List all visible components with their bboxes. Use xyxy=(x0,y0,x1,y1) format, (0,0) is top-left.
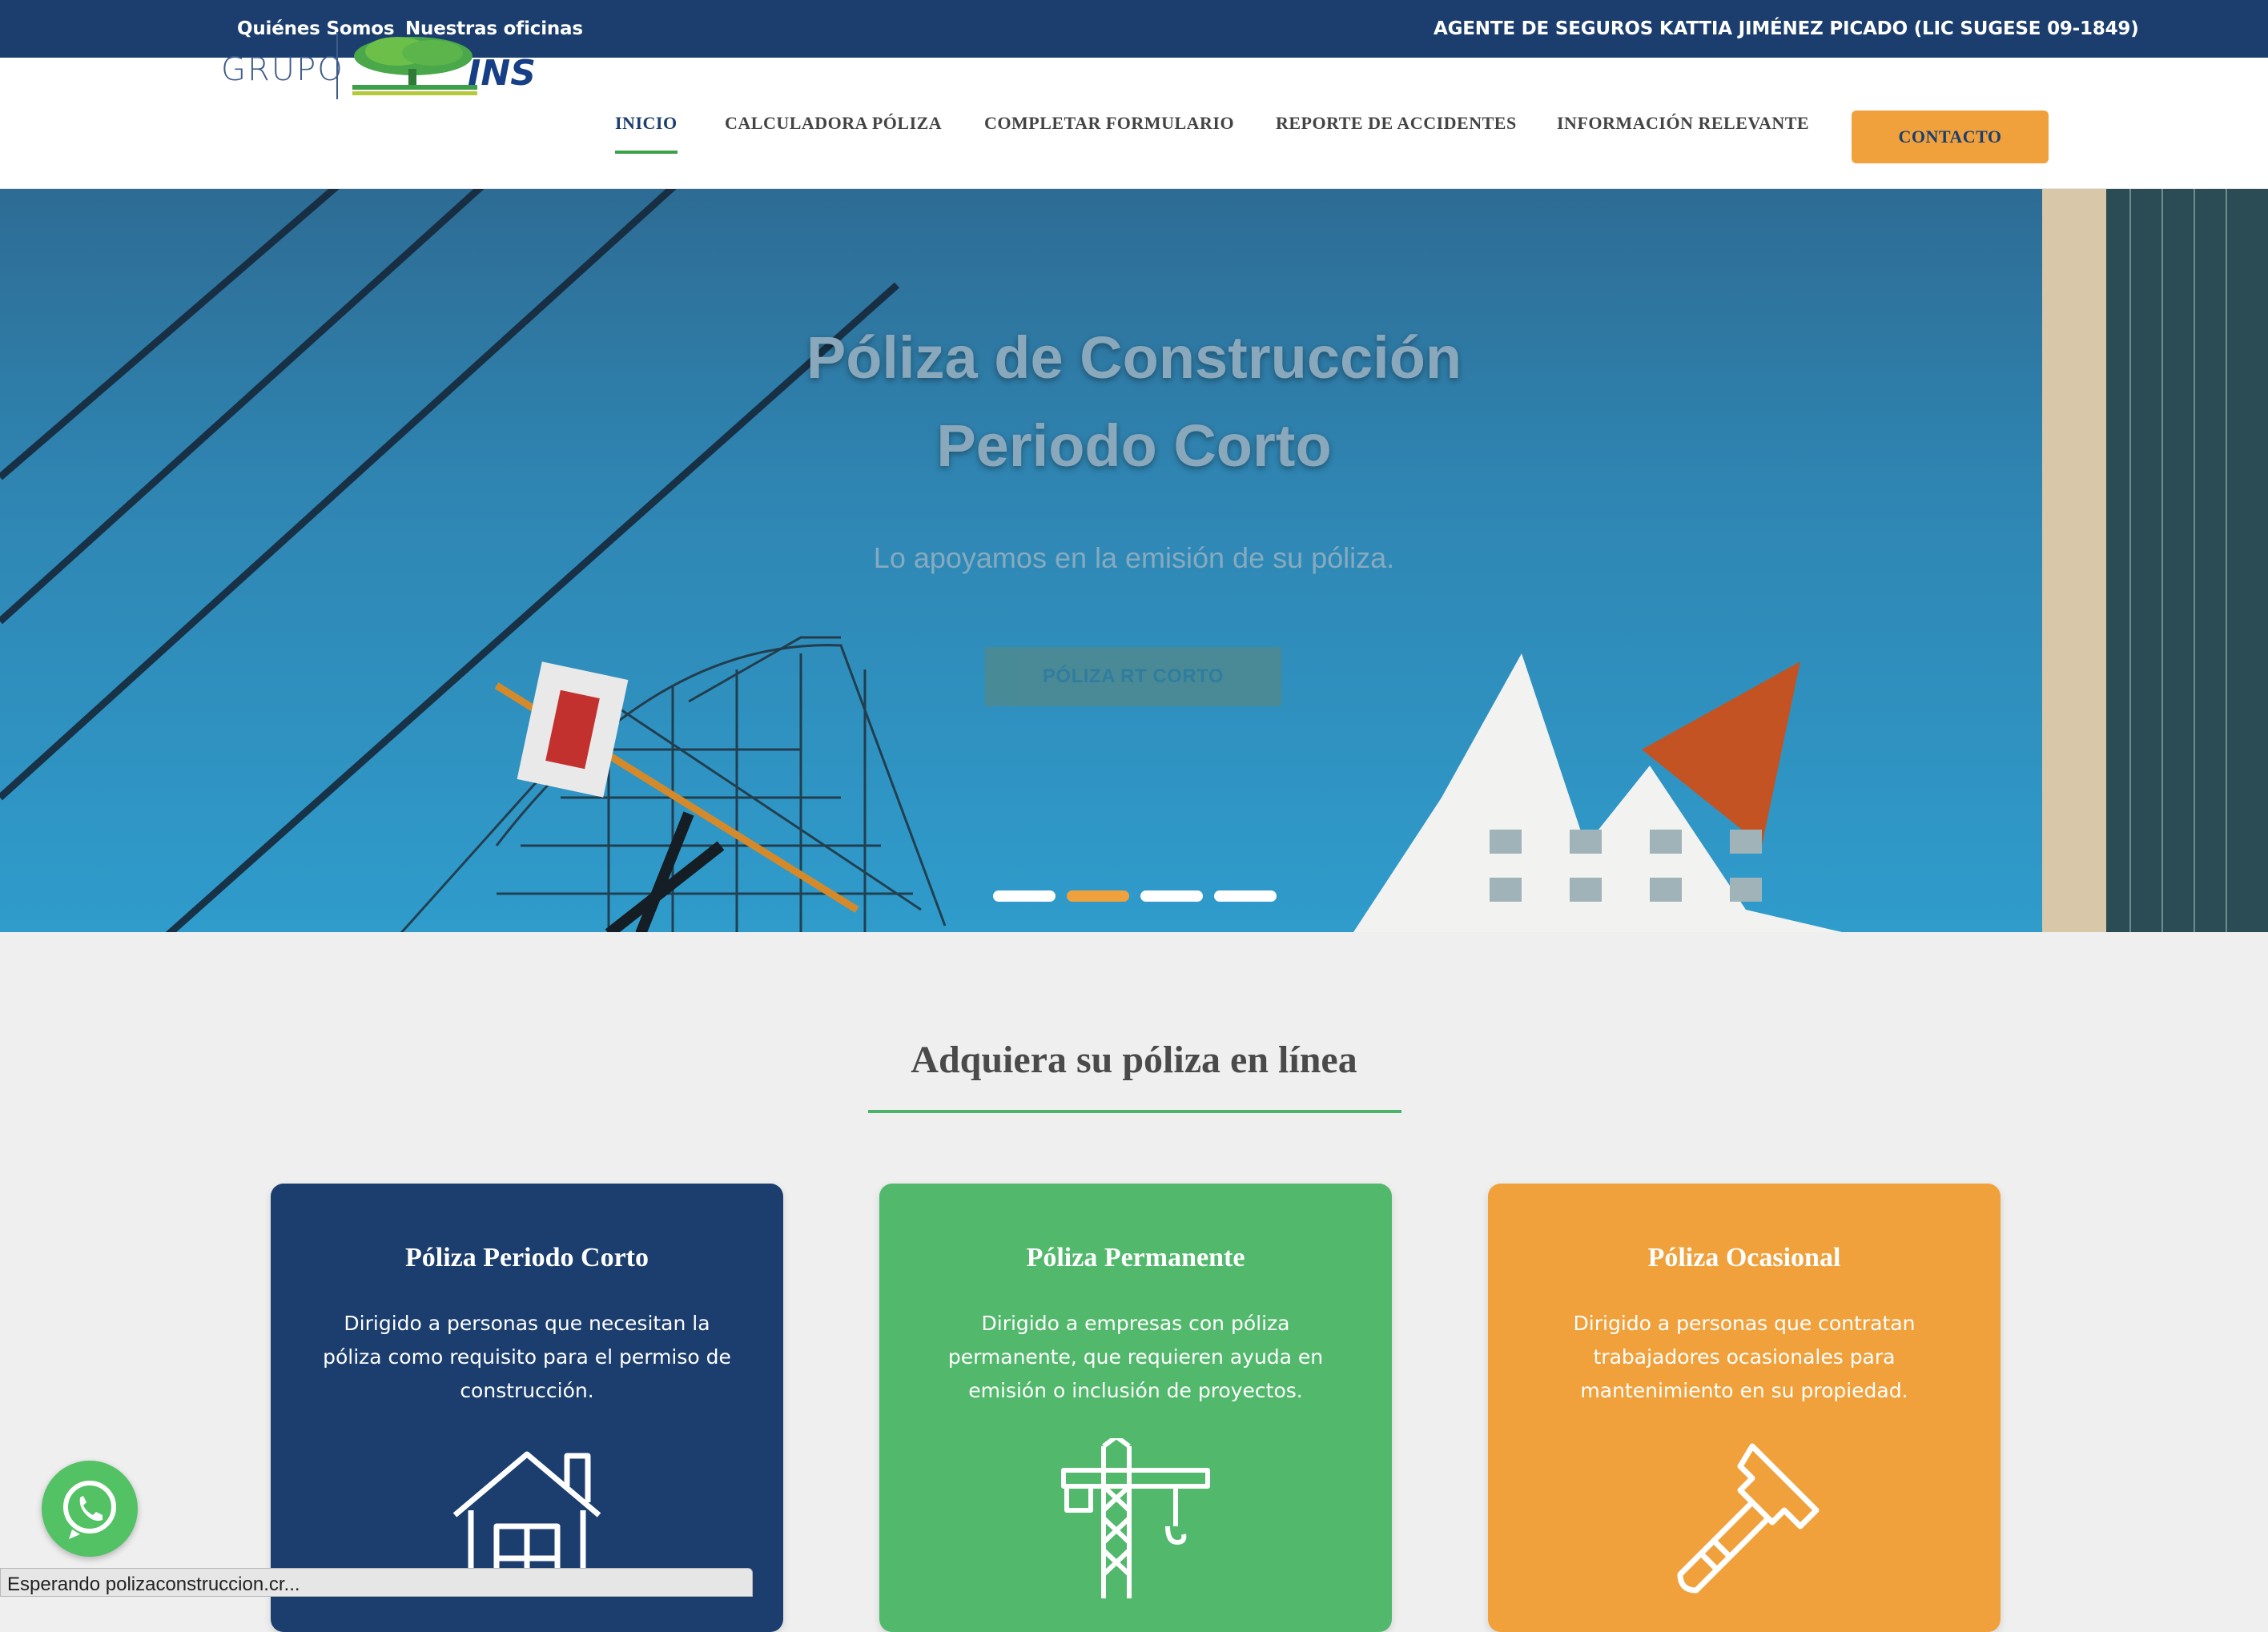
card-title: Póliza Ocasional xyxy=(1647,1243,1841,1272)
section-title: Adquiera su póliza en línea xyxy=(911,1039,1357,1081)
hero-carousel[interactable]: Póliza de Construcción Periodo Corto Lo … xyxy=(0,189,2268,932)
carousel-indicators xyxy=(993,890,1277,902)
active-underline xyxy=(615,151,678,154)
nav-inicio[interactable]: INICIO xyxy=(615,58,678,189)
tree-logo-icon xyxy=(352,37,477,95)
contact-button[interactable]: CONTACTO xyxy=(1852,111,2049,163)
logo-word: GRUPO xyxy=(221,51,344,88)
logo-brand: INS xyxy=(468,53,536,94)
browser-status-bar: Esperando polizaconstruccion.cr... xyxy=(0,1568,753,1597)
card-poliza-periodo-corto[interactable]: Póliza Periodo Corto Dirigido a personas… xyxy=(271,1184,783,1632)
whatsapp-button[interactable] xyxy=(42,1461,138,1557)
card-title: Póliza Periodo Corto xyxy=(404,1243,649,1272)
carousel-dot-1[interactable] xyxy=(993,890,1056,902)
section-title-underline xyxy=(868,1110,1401,1113)
card-title: Póliza Permanente xyxy=(1026,1243,1245,1272)
nav-inicio-label: INICIO xyxy=(615,113,678,133)
carousel-dot-3[interactable] xyxy=(1140,890,1203,902)
carousel-dot-4[interactable] xyxy=(1214,890,1277,902)
grupo-ins-logo[interactable]: GRUPO INS xyxy=(221,29,549,101)
crane-icon xyxy=(1061,1438,1210,1598)
hero-title-line2: Periodo Corto xyxy=(936,412,1332,479)
hammer-icon xyxy=(1677,1443,1820,1594)
hero-subtitle: Lo apoyamos en la emisión de su póliza. xyxy=(873,541,1395,574)
hero-title-line1: Póliza de Construcción xyxy=(806,324,1462,391)
card-poliza-ocasional[interactable]: Póliza Ocasional Dirigido a personas que… xyxy=(1488,1184,2001,1632)
card-description: Dirigido a personas que contratan trabaj… xyxy=(1573,1312,1916,1402)
card-poliza-permanente[interactable]: Póliza Permanente Dirigido a empresas co… xyxy=(879,1184,1392,1632)
whatsapp-icon xyxy=(63,1481,116,1539)
card-description: Dirigido a empresas con póliza permanent… xyxy=(947,1312,1324,1402)
card-description: Dirigido a personas que necesitan la pól… xyxy=(323,1312,731,1402)
nav-completar-formulario[interactable]: COMPLETAR FORMULARIO xyxy=(984,58,1234,189)
nav-calculadora-poliza[interactable]: CALCULADORA PÓLIZA xyxy=(725,58,942,189)
agent-info: AGENTE DE SEGUROS KATTIA JIMÉNEZ PICADO … xyxy=(1434,18,2139,39)
poliza-rt-corto-button[interactable]: PÓLIZA RT CORTO xyxy=(985,647,1281,706)
carousel-dot-2[interactable] xyxy=(1067,890,1129,902)
logo-divider xyxy=(336,32,338,99)
nav-informacion-relevante[interactable]: INFORMACIÓN RELEVANTE xyxy=(1557,58,1809,189)
nav-reporte-accidentes[interactable]: REPORTE DE ACCIDENTES xyxy=(1276,58,1517,189)
